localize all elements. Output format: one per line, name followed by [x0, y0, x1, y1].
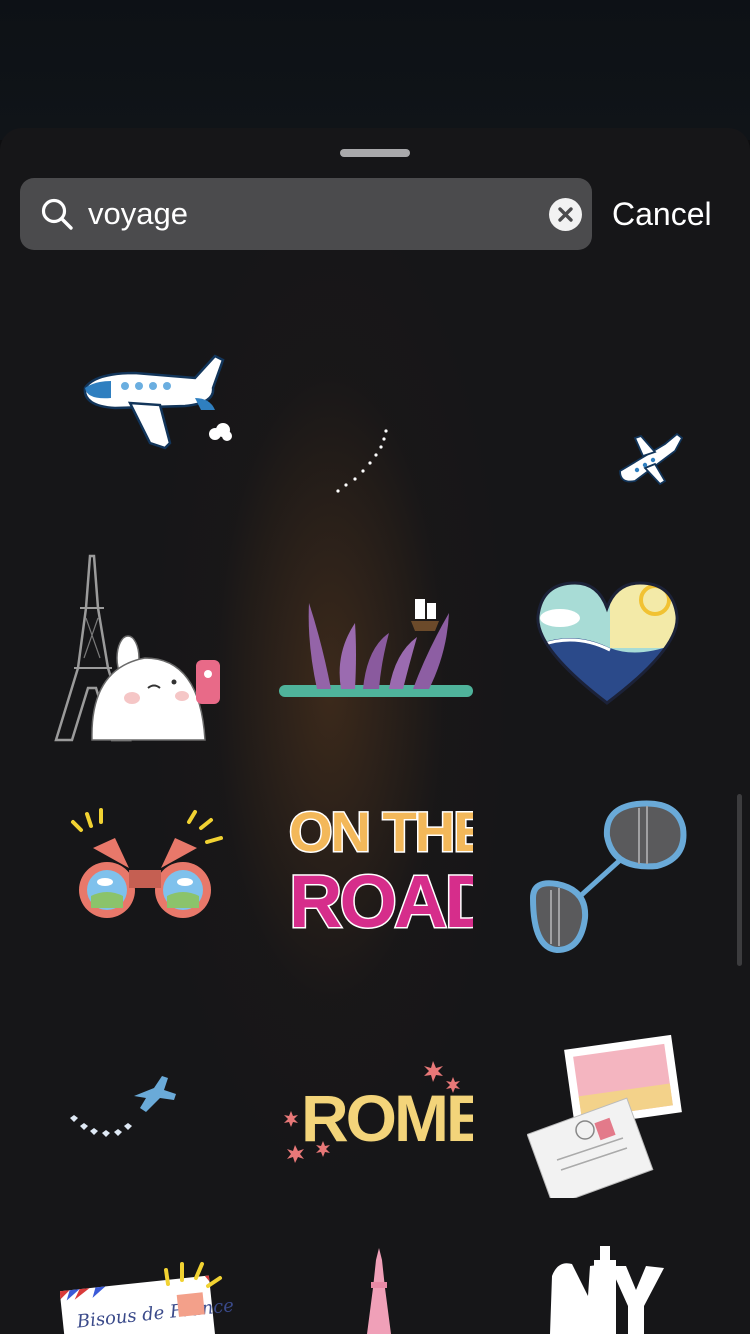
scroll-indicator[interactable] [737, 794, 742, 966]
postcard-icon [527, 1034, 682, 1198]
sticker-kraken-ship[interactable] [277, 593, 475, 701]
binoculars-icon [71, 808, 223, 918]
sticker-rome[interactable]: ROME [283, 1053, 492, 1168]
sticker-pink-tower[interactable] [363, 1248, 395, 1334]
sunglasses-icon [529, 800, 687, 954]
search-field[interactable] [20, 178, 592, 250]
kraken-icon [279, 599, 473, 697]
heart-icon [536, 581, 679, 705]
clear-search-button[interactable] [549, 198, 582, 231]
tower-icon [367, 1248, 391, 1334]
sticker-bisous-de-france[interactable]: Bisous de France [60, 1258, 235, 1334]
sticker-binoculars[interactable] [65, 808, 225, 918]
sticker-beach-heart[interactable] [530, 578, 685, 708]
sticker-sunglasses[interactable] [527, 798, 692, 958]
small-airplane-icon [619, 432, 684, 486]
sheet-drag-handle[interactable] [340, 149, 410, 157]
on-the-road-text: ON THE ROAD [288, 799, 500, 945]
sticker-airplane[interactable] [75, 348, 240, 458]
camera-background [0, 0, 750, 140]
sticker-small-airplane[interactable] [615, 426, 685, 488]
sticker-plane-heart-trail[interactable] [62, 1068, 182, 1143]
airplane-icon [83, 354, 232, 450]
molang-bunny-icon [91, 635, 220, 741]
sparkle-icon [164, 1262, 222, 1288]
svg-text:ROME: ROME [301, 1081, 473, 1155]
ny-icon [550, 1246, 664, 1334]
rome-text: ROME [284, 1061, 492, 1163]
sticker-molang-eiffel-tower[interactable] [50, 548, 225, 743]
cancel-button[interactable]: Cancel [612, 192, 712, 236]
svg-text:ROAD: ROAD [289, 860, 473, 943]
dotted-trail-icon [336, 429, 388, 493]
sticker-on-the-road[interactable]: ON THE ROAD [283, 793, 500, 945]
search-input[interactable] [88, 188, 528, 240]
svg-text:ON THE: ON THE [289, 800, 473, 863]
search-icon [41, 198, 73, 230]
sticker-dotted-trail[interactable] [330, 423, 395, 498]
sticker-postcards[interactable] [527, 1030, 685, 1198]
close-icon [558, 207, 573, 222]
sticker-ny[interactable] [548, 1246, 666, 1334]
plane-trail-icon [70, 1076, 176, 1137]
sticker-search-sheet: Cancel [0, 128, 750, 1334]
